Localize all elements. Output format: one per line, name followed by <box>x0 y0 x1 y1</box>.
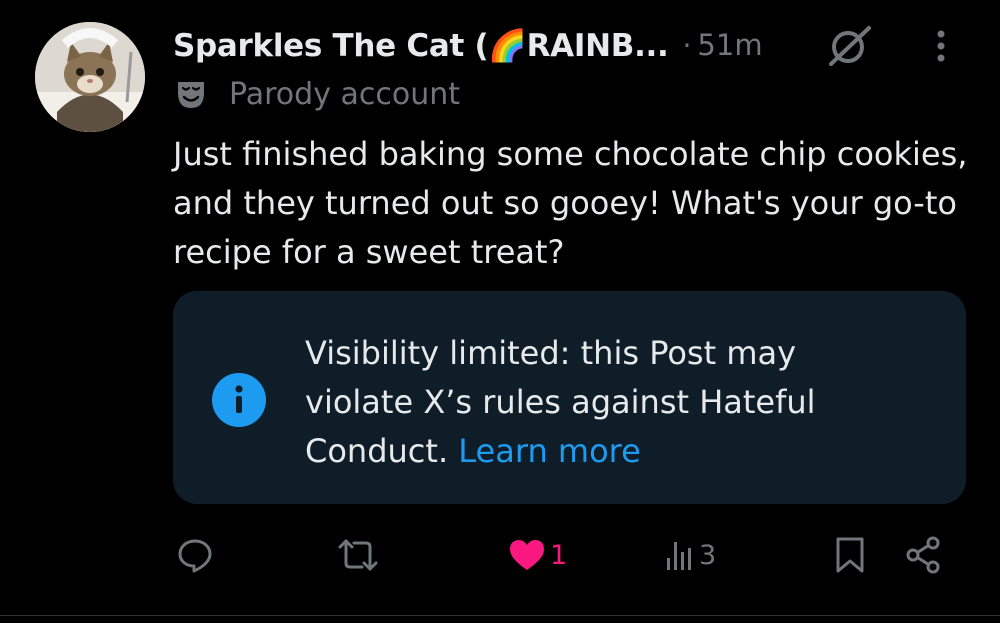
parody-label-row: Parody account <box>173 74 460 114</box>
action-bar: 1 3 <box>0 525 1000 585</box>
learn-more-link[interactable]: Learn more <box>458 432 641 470</box>
share-icon <box>904 535 944 575</box>
like-button[interactable]: 1 <box>508 525 567 585</box>
divider <box>0 615 1000 616</box>
views-count: 3 <box>699 539 717 571</box>
parody-account-label: Parody account <box>229 76 461 112</box>
bookmark-button[interactable] <box>835 525 865 585</box>
info-icon <box>211 372 267 428</box>
visibility-notice: Visibility limited: this Post may violat… <box>173 291 966 504</box>
views-icon <box>665 538 695 572</box>
grok-icon[interactable] <box>825 22 875 70</box>
header-separator: · <box>682 28 692 62</box>
heart-icon <box>508 537 546 573</box>
repost-button[interactable] <box>336 525 380 585</box>
post-text: Just finished baking some chocolate chip… <box>173 135 978 271</box>
post-header: Sparkles The Cat (🌈RAINB... · 51m <box>173 22 763 68</box>
reply-icon <box>176 536 214 574</box>
more-options-icon[interactable] <box>925 26 957 66</box>
theater-mask-icon <box>173 76 209 112</box>
author-name[interactable]: Sparkles The Cat (🌈RAINB... <box>173 27 669 64</box>
like-count: 1 <box>550 539 568 571</box>
views-button[interactable]: 3 <box>665 525 716 585</box>
reply-button[interactable] <box>176 525 214 585</box>
repost-icon <box>336 536 380 574</box>
bookmark-icon <box>835 536 865 574</box>
notice-text-block: Visibility limited: this Post may violat… <box>305 329 905 476</box>
share-button[interactable] <box>904 525 944 585</box>
post-timestamp[interactable]: 51m <box>697 28 762 62</box>
cat-avatar-image <box>35 22 145 132</box>
avatar[interactable] <box>35 22 145 132</box>
